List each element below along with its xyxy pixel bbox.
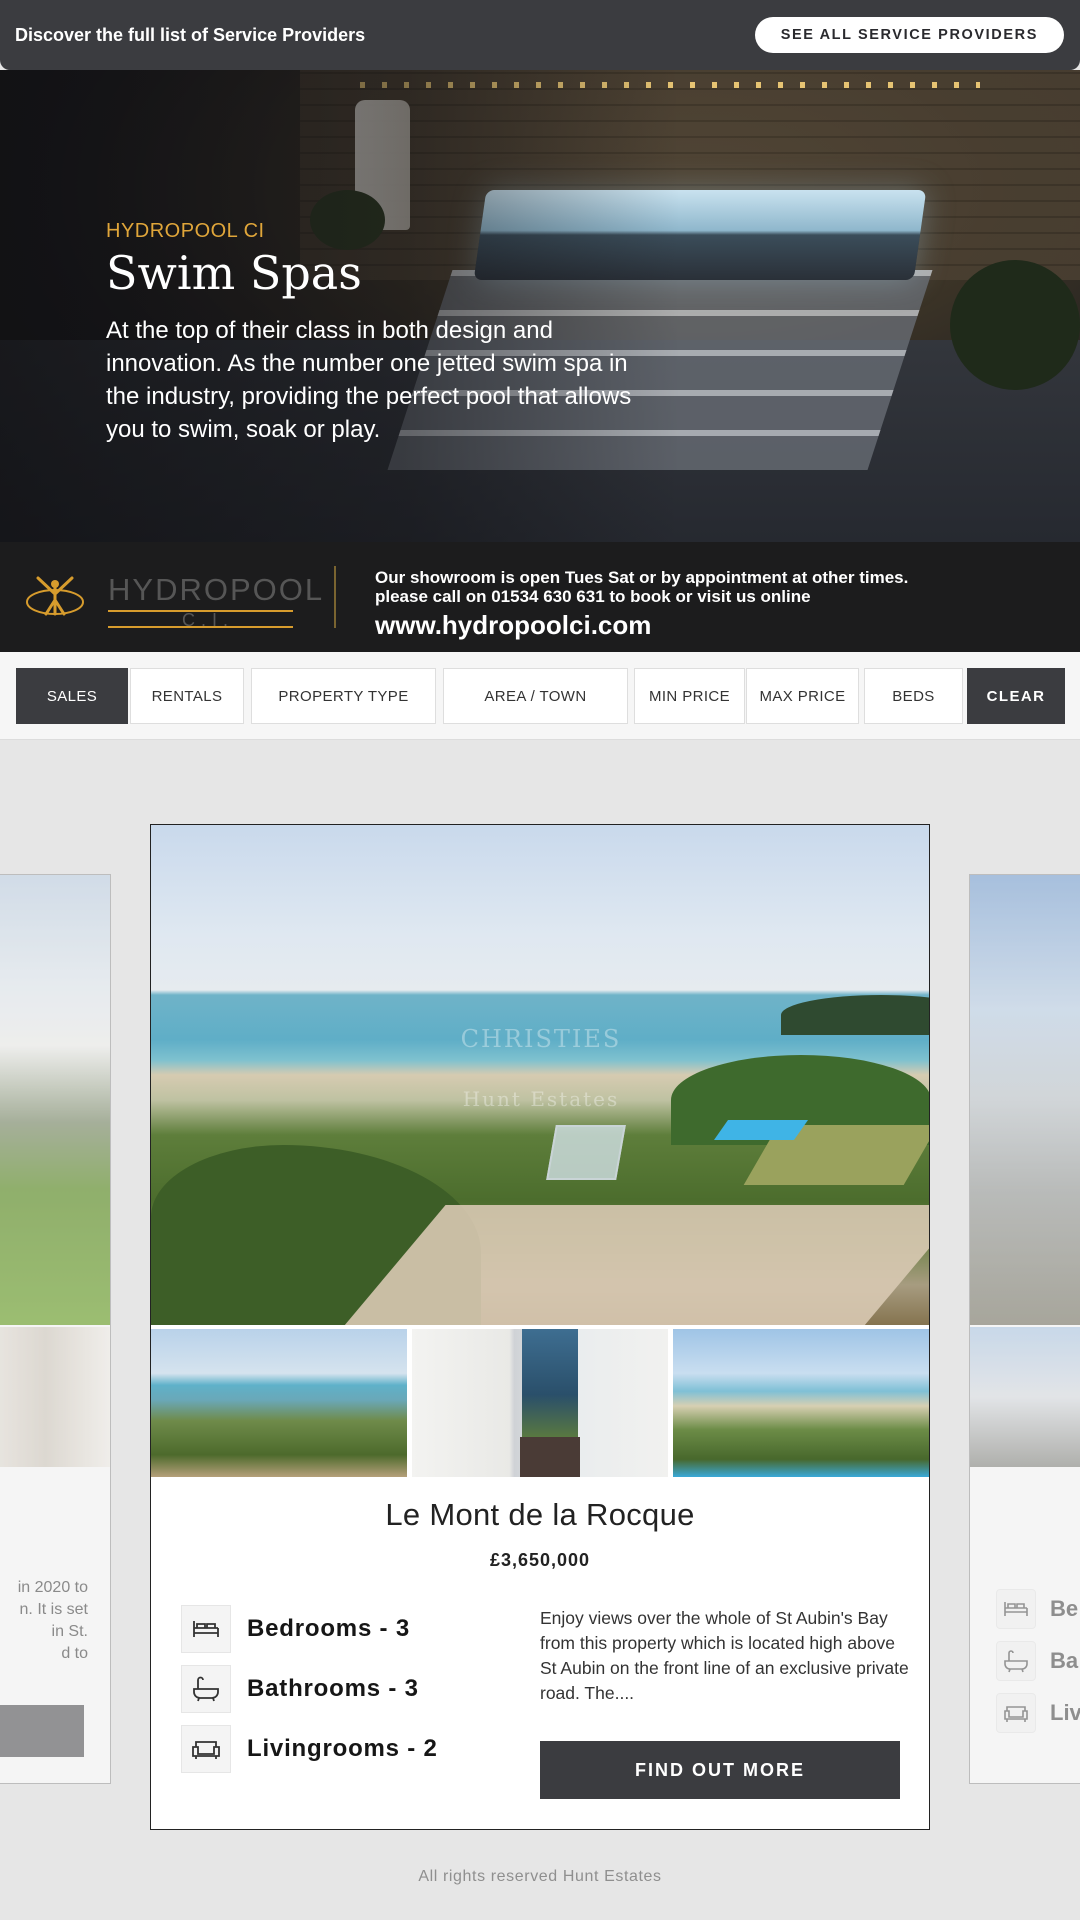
feature-label: Bathrooms - 3 [247,1675,419,1702]
filter-sales[interactable]: SALES [16,668,128,724]
filter-area-town[interactable]: AREA / TOWN [443,668,628,724]
photo-greenhouse [546,1125,626,1180]
ad-logo-rule [108,626,293,628]
listing-thumbnails [151,1329,929,1477]
ad-info: Our showroom is open Tues Sat or by appo… [375,568,908,606]
listing-title[interactable]: Le Mont de la Rocque [151,1497,929,1533]
photo-headland [781,995,929,1035]
feature-livingrooms: Livingrooms - 2 [181,1725,438,1773]
feature-bedrooms: Bedrooms - 3 [181,1605,410,1653]
ad-description: At the top of their class in both design… [106,317,632,443]
ad-brand: HYDROPOOL CI [106,220,265,242]
feature-label: Livingrooms - 2 [247,1735,438,1762]
photo-watermark: CHRISTIES Hunt Estates [441,1025,641,1111]
feature-bedrooms: Be [996,1589,1078,1629]
listing-price: £3,650,000 [489,1550,591,1570]
filter-rentals[interactable]: RENTALS [130,668,244,724]
bed-icon [996,1589,1036,1629]
listing-thumbnail[interactable] [673,1329,929,1477]
listing-description: Enjoy views over the whole of St Aubin's… [540,1608,909,1703]
watermark-line: Hunt Estates [462,1087,620,1111]
ad-url-link[interactable]: www.hydropoolci.com [375,610,651,641]
ad-text-shade [0,70,680,542]
description-line: in St. [51,1623,88,1640]
ad-info-line: Our showroom is open Tues Sat or by appo… [375,568,909,587]
ad-info-line: please call on 01534 630 631 to book or … [375,587,811,606]
ad-logo-text: HYDROPOOL [108,572,325,607]
find-out-more-button[interactable]: FIND OUT MORE [540,1741,900,1799]
sofa-icon [996,1693,1036,1733]
feature-label: Ba [1050,1648,1079,1673]
ad-title: Swim Spas [106,246,362,300]
listing-card-next[interactable]: Be Ba Liv [969,874,1080,1784]
ad-divider [334,566,336,628]
service-providers-banner: Discover the full list of Service Provid… [0,0,1080,70]
description-line: n. It is set [19,1601,88,1618]
filter-max-price[interactable]: MAX PRICE [746,668,859,724]
sofa-icon [181,1725,231,1773]
filter-property-type[interactable]: PROPERTY TYPE [251,668,436,724]
filter-min-price[interactable]: MIN PRICE [634,668,745,724]
clear-filters-button[interactable]: CLEAR [967,668,1065,724]
feature-label: Be [1050,1596,1079,1621]
ad-footer[interactable]: HYDROPOOL C.I. Our showroom is open Tues… [0,542,1080,652]
bath-icon [996,1641,1036,1681]
watermark-line: CHRISTIES [460,1025,622,1053]
feature-bathrooms: Bathrooms - 3 [181,1665,419,1713]
listing-card: CHRISTIES Hunt Estates Le Mont de la Roc… [150,824,930,1830]
photo-pool [713,1120,809,1140]
front-door [520,1437,580,1477]
service-providers-text: Discover the full list of Service Provid… [15,24,366,45]
hydropool-ad-image[interactable]: HYDROPOOL CI Swim Spas At the top of the… [0,70,1080,542]
description-line: d to [61,1645,88,1662]
feature-label: Bedrooms - 3 [247,1615,410,1642]
listing-main-photo[interactable]: CHRISTIES Hunt Estates [151,825,929,1325]
listing-thumbnail[interactable] [151,1329,407,1477]
listing-description-fragment: in 2020 to n. It is set in St. d to [0,1577,110,1665]
find-out-more-button[interactable] [0,1705,84,1757]
filter-beds[interactable]: BEDS [864,668,963,724]
feature-label: Liv [1050,1700,1080,1725]
listing-card-previous[interactable]: in 2020 to n. It is set in St. d to [0,874,111,1784]
ad-plant [950,260,1080,390]
footer-copyright: All rights reserved Hunt Estates [418,1868,662,1885]
stained-glass-window [522,1329,578,1439]
hydropool-logo-icon [26,576,84,616]
search-filter-bar: SALES RENTALS PROPERTY TYPE AREA / TOWN … [0,652,1080,740]
description-line: in 2020 to [17,1579,88,1596]
see-all-service-providers-button[interactable]: SEE ALL SERVICE PROVIDERS [754,17,1064,53]
bath-icon [181,1665,231,1713]
feature-livingrooms: Liv [996,1693,1080,1733]
feature-bathrooms: Ba [996,1641,1078,1681]
bed-icon [181,1605,231,1653]
listing-thumbnail[interactable] [412,1329,668,1477]
